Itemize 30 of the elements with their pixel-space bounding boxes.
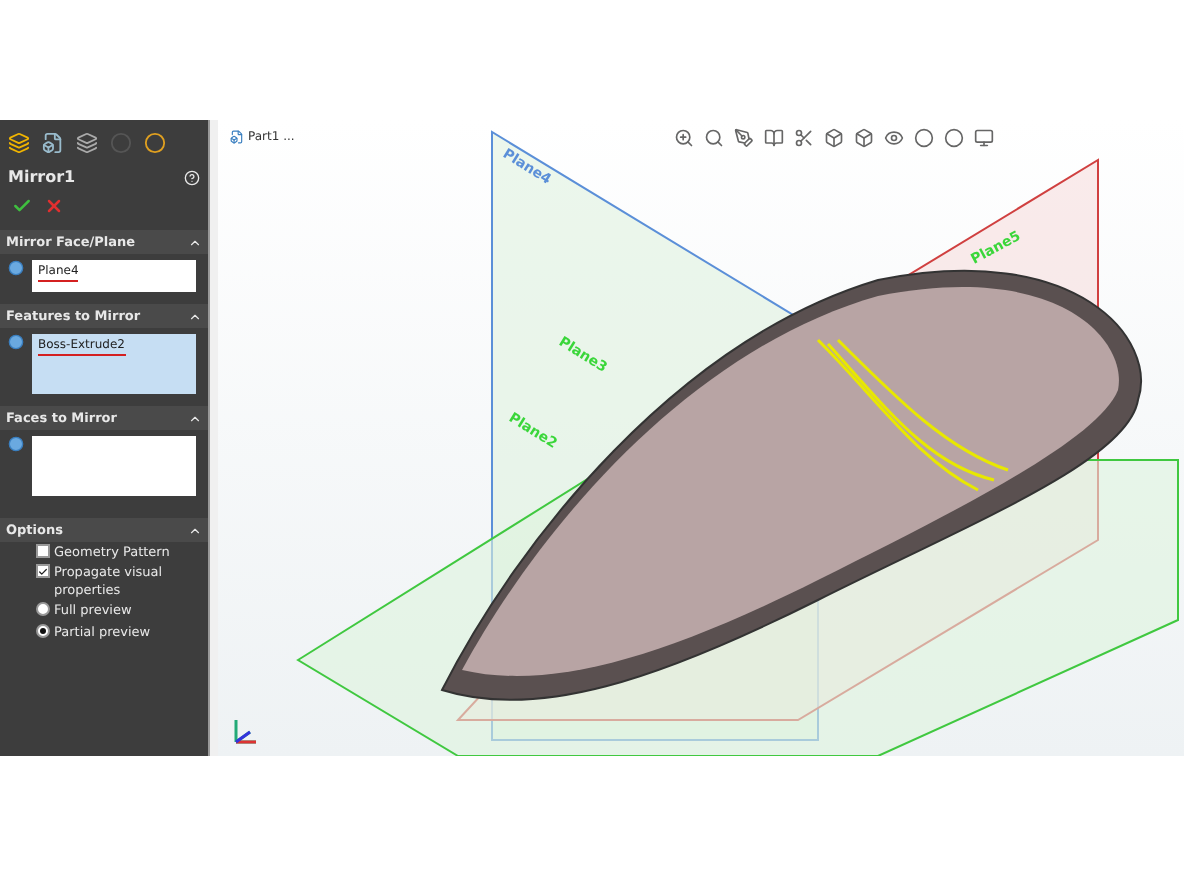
selection-icon [8, 260, 24, 276]
list-icon[interactable] [42, 132, 64, 154]
radio-button[interactable] [36, 602, 50, 617]
zoom-in-icon[interactable] [674, 128, 694, 148]
collapse-icon[interactable] [188, 523, 202, 537]
help-icon[interactable] [184, 169, 200, 185]
appearance-icon[interactable] [144, 132, 166, 154]
tree-icon[interactable] [76, 132, 98, 154]
selection-icon [8, 436, 24, 452]
checkbox[interactable] [36, 544, 50, 558]
feature-title: Mirror1 [8, 168, 76, 186]
monitor-icon[interactable] [974, 128, 994, 148]
selection-field[interactable] [32, 436, 196, 496]
collapse-icon[interactable] [188, 309, 202, 323]
part-icon[interactable] [8, 132, 30, 154]
cube-icon[interactable] [854, 128, 874, 148]
cube-icon[interactable] [824, 128, 844, 148]
book-icon[interactable] [764, 128, 784, 148]
radio-button[interactable] [36, 623, 50, 638]
part-icon[interactable] [230, 130, 244, 144]
axis-triad-icon [230, 716, 258, 748]
checkbox[interactable] [36, 564, 50, 579]
search-icon[interactable] [704, 128, 724, 148]
ok-icon[interactable] [12, 196, 32, 216]
eye-icon[interactable] [884, 128, 904, 148]
collapse-icon[interactable] [188, 235, 202, 249]
pen-icon[interactable] [734, 128, 754, 148]
selection-icon [8, 334, 24, 350]
scissors-icon[interactable] [794, 128, 814, 148]
collapse-icon[interactable] [188, 411, 202, 425]
